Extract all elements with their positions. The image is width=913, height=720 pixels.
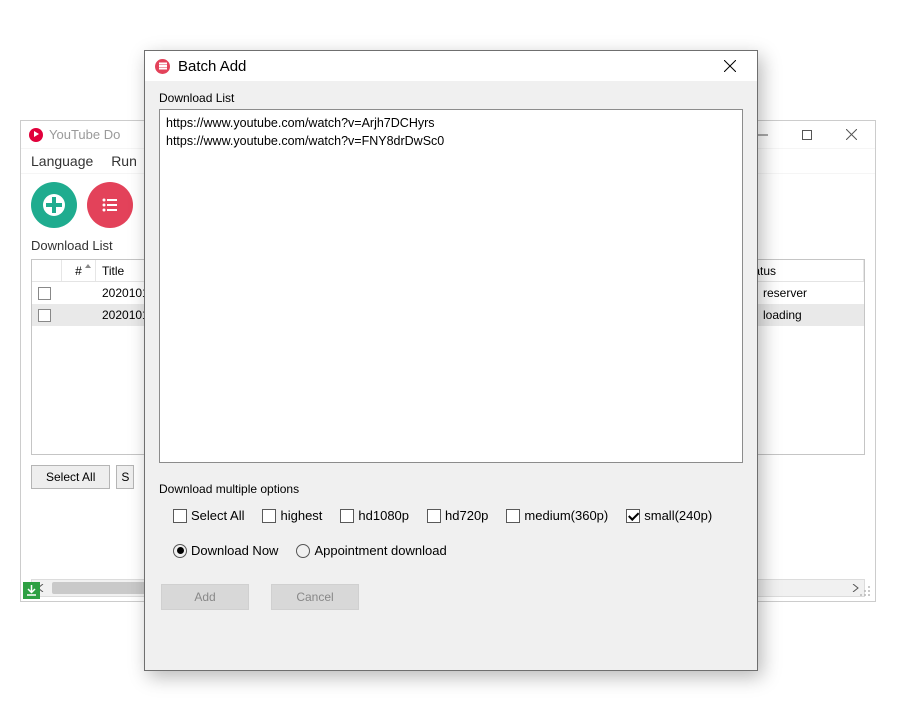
checkbox-icon: [173, 509, 187, 523]
app-icon: [29, 128, 43, 142]
checkbox-icon: [427, 509, 441, 523]
close-icon: [724, 60, 736, 72]
option-small240p[interactable]: small(240p): [626, 508, 712, 523]
add-button[interactable]: Add: [161, 584, 249, 610]
col-number[interactable]: #: [62, 260, 96, 281]
option-hd720p[interactable]: hd720p: [427, 508, 488, 523]
close-icon: [846, 129, 857, 140]
option-medium360p[interactable]: medium(360p): [506, 508, 608, 523]
menu-language[interactable]: Language: [31, 153, 93, 169]
download-badge[interactable]: [23, 582, 40, 599]
download-list-label: Download List: [159, 91, 743, 105]
dialog-titlebar: Batch Add: [145, 51, 757, 81]
toolbar-add-button[interactable]: [31, 182, 77, 228]
window-maximize-button[interactable]: [785, 121, 829, 149]
radio-icon: [296, 544, 310, 558]
batch-add-dialog: Batch Add Download List Download multipl…: [144, 50, 758, 671]
dialog-close-button[interactable]: [707, 51, 753, 81]
url-list-input[interactable]: [159, 109, 743, 463]
download-arrow-icon: [26, 585, 37, 596]
options-label: Download multiple options: [159, 482, 743, 496]
dialog-title: Batch Add: [178, 58, 246, 75]
option-highest[interactable]: highest: [262, 508, 322, 523]
plus-icon: [42, 193, 66, 217]
checkbox-icon: [340, 509, 354, 523]
mode-appt[interactable]: Appointment download: [296, 543, 446, 558]
col-check[interactable]: [32, 260, 62, 281]
select-all-button[interactable]: Select All: [31, 465, 110, 489]
resize-grip-icon: [859, 585, 871, 597]
secondary-button[interactable]: S: [116, 465, 134, 489]
toolbar-batch-button[interactable]: [87, 182, 133, 228]
checkbox-icon: [262, 509, 276, 523]
option-hd1080p[interactable]: hd1080p: [340, 508, 409, 523]
menu-run[interactable]: Run: [111, 153, 137, 169]
chevron-right-icon: [851, 584, 859, 592]
resize-grip[interactable]: [859, 585, 871, 597]
maximize-icon: [802, 130, 812, 140]
cancel-button[interactable]: Cancel: [271, 584, 359, 610]
row-checkbox[interactable]: [32, 304, 62, 326]
dialog-icon: [155, 59, 170, 74]
list-icon: [98, 193, 122, 217]
row-checkbox[interactable]: [32, 282, 62, 304]
window-close-button[interactable]: [829, 121, 873, 149]
checkbox-icon: [626, 509, 640, 523]
minimize-icon: [758, 130, 768, 140]
app-title: YouTube Do: [49, 127, 120, 142]
radio-icon: [173, 544, 187, 558]
option-select_all[interactable]: Select All: [173, 508, 244, 523]
checkbox-icon: [506, 509, 520, 523]
mode-now[interactable]: Download Now: [173, 543, 278, 558]
